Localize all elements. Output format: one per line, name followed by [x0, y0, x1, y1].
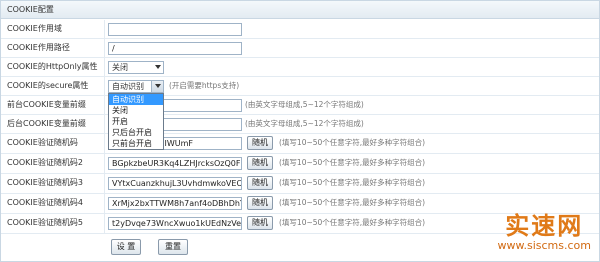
secure-select-value: 自动识别	[112, 82, 144, 91]
label-cookie-domain: COOKIE作用域	[7, 24, 62, 33]
watermark-url: www.siscms.com	[497, 239, 591, 252]
dropdown-option-on[interactable]: 开启	[109, 116, 163, 127]
label-httponly: COOKIE的HttpOnly属性	[7, 62, 98, 71]
reset-button[interactable]: 重置	[158, 239, 188, 255]
chevron-down-icon	[155, 84, 161, 88]
label-random-code-1: COOKIE验证随机码	[7, 138, 78, 147]
random-code-4-hint: (填写10~50个任意字符,最好多种字符组合)	[279, 198, 426, 207]
secure-hint: (开启需要https支持)	[169, 81, 240, 90]
dropdown-option-admin-only[interactable]: 只后台开启	[109, 127, 163, 138]
row-cookie-path: COOKIE作用路径 /	[1, 39, 599, 58]
label-cookie-path: COOKIE作用路径	[7, 43, 70, 52]
save-button[interactable]: 设 置	[111, 239, 141, 255]
dropdown-option-auto[interactable]: 自动识别	[109, 94, 163, 105]
random-code-5-hint: (填写10~50个任意字符,最好多种字符组合)	[279, 218, 426, 227]
cookie-path-input[interactable]: /	[108, 42, 242, 55]
random-code-3-input[interactable]: VYtxCuanzkhujL3UvhdmwkoVEOJ0k	[108, 177, 242, 190]
random-code-3-button[interactable]: 随机	[247, 176, 273, 190]
settings-panel: COOKIE配置 COOKIE作用域 COOKIE作用路径 / COOKIE的H…	[0, 0, 600, 262]
section-title: COOKIE配置	[1, 1, 599, 19]
label-random-code-4: COOKIE验证随机码4	[7, 198, 83, 207]
label-random-code-5: COOKIE验证随机码5	[7, 218, 83, 227]
random-code-4-button[interactable]: 随机	[247, 196, 273, 210]
label-random-code-3: COOKIE验证随机码3	[7, 178, 83, 187]
watermark-logo: 实速网 www.siscms.com	[498, 213, 591, 253]
row-random-code-3: COOKIE验证随机码3 VYtxCuanzkhujL3UvhdmwkoVEOJ…	[1, 174, 599, 194]
admin-prefix-hint: (由英文字母组成,5~12个字符组成)	[245, 119, 364, 128]
random-code-5-input[interactable]: t2yDvqe73WncXwuo1kUEdNzVeHS	[108, 217, 242, 230]
dropdown-button[interactable]	[151, 81, 163, 92]
random-code-2-hint: (填写10~50个任意字符,最好多种字符组合)	[279, 158, 426, 167]
row-front-prefix: 前台COOKIE变量前缀 (由英文字母组成,5~12个字符组成)	[1, 96, 599, 115]
row-random-code-1: COOKIE验证随机码 OuXDFeC9kqIWUmF 随机 (填写10~50个…	[1, 134, 599, 154]
random-code-5-button[interactable]: 随机	[247, 216, 273, 230]
row-admin-prefix: 后台COOKIE变量前缀 (由英文字母组成,5~12个字符组成)	[1, 115, 599, 134]
row-httponly: COOKIE的HttpOnly属性 关闭	[1, 58, 599, 77]
row-cookie-domain: COOKIE作用域	[1, 20, 599, 39]
httponly-select-value: 关闭	[112, 63, 128, 72]
row-random-code-2: COOKIE验证随机码2 BGpkzbeUR3Kq4LZHJrcksOzQ0F7…	[1, 154, 599, 174]
random-code-3-hint: (填写10~50个任意字符,最好多种字符组合)	[279, 178, 426, 187]
random-code-4-input[interactable]: XrMjx2bxTTWM8h7anf4oDBhDhYS	[108, 197, 242, 210]
row-random-code-4: COOKIE验证随机码4 XrMjx2bxTTWM8h7anf4oDBhDhYS…	[1, 194, 599, 214]
label-secure: COOKIE的secure属性	[7, 81, 89, 90]
secure-dropdown-list: 自动识别 关闭 开启 只后台开启 只前台开启	[108, 93, 164, 150]
label-front-prefix: 前台COOKIE变量前缀	[7, 100, 86, 109]
front-prefix-hint: (由英文字母组成,5~12个字符组成)	[245, 100, 364, 109]
random-code-1-hint: (填写10~50个任意字符,最好多种字符组合)	[279, 138, 426, 147]
random-code-1-button[interactable]: 随机	[247, 136, 273, 150]
label-random-code-2: COOKIE验证随机码2	[7, 158, 83, 167]
row-secure: COOKIE的secure属性 自动识别 (开启需要https支持)	[1, 77, 599, 96]
chevron-down-icon	[155, 65, 161, 69]
cookie-domain-input[interactable]	[108, 23, 242, 36]
random-code-2-button[interactable]: 随机	[247, 156, 273, 170]
watermark-text: 实速网	[505, 212, 584, 240]
dropdown-option-off[interactable]: 关闭	[109, 105, 163, 116]
random-code-2-input[interactable]: BGpkzbeUR3Kq4LZHJrcksOzQ0F7Q6	[108, 157, 242, 170]
httponly-select[interactable]: 关闭	[108, 61, 164, 74]
dropdown-option-front-only[interactable]: 只前台开启	[109, 138, 163, 149]
label-admin-prefix: 后台COOKIE变量前缀	[7, 119, 86, 128]
secure-select[interactable]: 自动识别	[108, 80, 164, 93]
